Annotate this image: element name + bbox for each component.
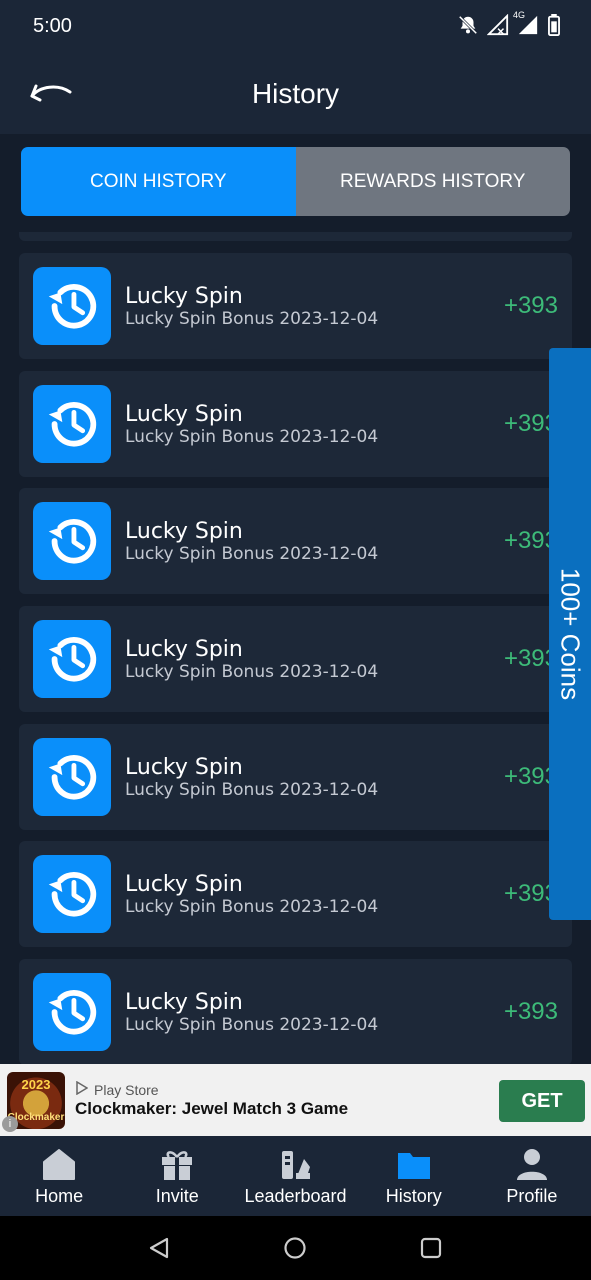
nav-label-leaderboard: Leaderboard bbox=[244, 1186, 347, 1206]
ad-store-line: Play Store bbox=[76, 1080, 159, 1098]
item-date: 2023-12-04 bbox=[279, 897, 379, 917]
home-icon bbox=[41, 1147, 77, 1185]
item-title: Lucky Spin bbox=[125, 637, 243, 662]
item-subtitle: Lucky Spin Bonus 2023-12-04 bbox=[125, 427, 378, 447]
status-time: 5:00 bbox=[33, 15, 72, 37]
item-subtitle-text: Lucky Spin Bonus bbox=[125, 662, 274, 682]
nav-label-invite: Invite bbox=[155, 1186, 199, 1206]
nav-label-home: Home bbox=[35, 1186, 84, 1206]
item-subtitle: Lucky Spin Bonus 2023-12-04 bbox=[125, 544, 378, 564]
content-area: COIN HISTORY REWARDS HISTORY Lucky Spin … bbox=[0, 134, 591, 1136]
gift-icon bbox=[159, 1147, 195, 1185]
item-date: 2023-12-04 bbox=[279, 1015, 379, 1035]
history-clock-icon bbox=[33, 973, 111, 1051]
4g-signal-icon: 4G bbox=[513, 10, 539, 36]
nav-label-profile: Profile bbox=[506, 1186, 558, 1206]
history-clock-icon bbox=[33, 502, 111, 580]
tab-bar: COIN HISTORY REWARDS HISTORY bbox=[21, 147, 570, 216]
status-icons: 4G bbox=[457, 10, 561, 36]
nav-label-history: History bbox=[385, 1186, 442, 1206]
item-title: Lucky Spin bbox=[125, 402, 243, 427]
item-date: 2023-12-04 bbox=[279, 662, 379, 682]
item-subtitle-text: Lucky Spin Bonus bbox=[125, 427, 274, 447]
item-date: 2023-12-04 bbox=[279, 309, 379, 329]
person-icon bbox=[514, 1147, 550, 1185]
list-item[interactable]: Lucky Spin Lucky Spin Bonus 2023-12-04 +… bbox=[19, 606, 572, 712]
item-title: Lucky Spin bbox=[125, 872, 243, 897]
item-subtitle: Lucky Spin Bonus 2023-12-04 bbox=[125, 662, 378, 682]
nav-item-leaderboard[interactable]: Leaderboard bbox=[236, 1136, 354, 1216]
item-subtitle-text: Lucky Spin Bonus bbox=[125, 1015, 274, 1035]
item-date: 2023-12-04 bbox=[279, 780, 379, 800]
recents-square-icon[interactable] bbox=[419, 1236, 443, 1264]
list-item[interactable]: Lucky Spin Lucky Spin Bonus 2023-12-04 +… bbox=[19, 488, 572, 594]
nav-item-profile[interactable]: Profile bbox=[473, 1136, 591, 1216]
signal-off-icon bbox=[487, 14, 509, 36]
nav-item-history[interactable]: History bbox=[355, 1136, 473, 1216]
list-item[interactable]: Lucky Spin Lucky Spin Bonus 2023-12-04 +… bbox=[19, 959, 572, 1065]
ad-logo-year: 2023 bbox=[21, 1077, 51, 1092]
network-label: 4G bbox=[513, 10, 526, 20]
app-header: History bbox=[0, 54, 591, 134]
item-title: Lucky Spin bbox=[125, 990, 243, 1015]
tab-coin-history[interactable]: COIN HISTORY bbox=[21, 147, 296, 216]
item-subtitle-text: Lucky Spin Bonus bbox=[125, 780, 274, 800]
coins-offer-tab[interactable]: 100+ Coins bbox=[549, 348, 591, 920]
item-title: Lucky Spin bbox=[125, 519, 243, 544]
nav-item-invite[interactable]: Invite bbox=[118, 1136, 236, 1216]
ad-title[interactable]: Clockmaker: Jewel Match 3 Game bbox=[75, 1099, 348, 1119]
partial-list-item bbox=[19, 232, 572, 241]
history-clock-icon bbox=[33, 385, 111, 463]
item-amount: +393 bbox=[503, 292, 558, 319]
play-store-icon bbox=[76, 1080, 89, 1098]
history-clock-icon bbox=[33, 855, 111, 933]
tab-rewards-history[interactable]: REWARDS HISTORY bbox=[295, 147, 570, 216]
ad-banner[interactable]: 2023 Clockmaker i Play Store Clockmaker:… bbox=[0, 1064, 591, 1136]
bottom-nav: Home Invite Leaderboard History Profile bbox=[0, 1136, 591, 1216]
list-item[interactable]: Lucky Spin Lucky Spin Bonus 2023-12-04 +… bbox=[19, 371, 572, 477]
history-clock-icon bbox=[33, 267, 111, 345]
back-triangle-icon[interactable] bbox=[147, 1236, 171, 1264]
ad-get-button[interactable]: GET bbox=[499, 1080, 585, 1122]
item-date: 2023-12-04 bbox=[279, 427, 379, 447]
item-subtitle-text: Lucky Spin Bonus bbox=[125, 544, 274, 564]
item-subtitle-text: Lucky Spin Bonus bbox=[125, 309, 274, 329]
list-item[interactable]: Lucky Spin Lucky Spin Bonus 2023-12-04 +… bbox=[19, 724, 572, 830]
notifications-off-icon bbox=[457, 14, 479, 36]
nav-item-home[interactable]: Home bbox=[0, 1136, 118, 1216]
ad-store-label: Play Store bbox=[94, 1081, 159, 1098]
history-clock-icon bbox=[33, 620, 111, 698]
list-item[interactable]: Lucky Spin Lucky Spin Bonus 2023-12-04 +… bbox=[19, 841, 572, 947]
item-title: Lucky Spin bbox=[125, 284, 243, 309]
item-subtitle-text: Lucky Spin Bonus bbox=[125, 897, 274, 917]
system-nav-bar bbox=[0, 1216, 591, 1280]
leaderboard-icon bbox=[278, 1147, 314, 1185]
folder-icon bbox=[396, 1147, 432, 1185]
status-bar: 5:00 4G bbox=[0, 0, 591, 54]
ad-info-icon[interactable]: i bbox=[2, 1116, 18, 1132]
item-date: 2023-12-04 bbox=[279, 544, 379, 564]
item-subtitle: Lucky Spin Bonus 2023-12-04 bbox=[125, 309, 378, 329]
coins-offer-label: 100+ Coins bbox=[555, 567, 586, 701]
item-subtitle: Lucky Spin Bonus 2023-12-04 bbox=[125, 1015, 378, 1035]
list-item[interactable]: Lucky Spin Lucky Spin Bonus 2023-12-04 +… bbox=[19, 253, 572, 359]
item-subtitle: Lucky Spin Bonus 2023-12-04 bbox=[125, 780, 378, 800]
home-circle-icon[interactable] bbox=[283, 1236, 307, 1264]
battery-icon bbox=[547, 14, 561, 36]
history-clock-icon bbox=[33, 738, 111, 816]
item-title: Lucky Spin bbox=[125, 755, 243, 780]
item-subtitle: Lucky Spin Bonus 2023-12-04 bbox=[125, 897, 378, 917]
item-amount: +393 bbox=[503, 998, 558, 1025]
page-title: History bbox=[251, 78, 340, 109]
